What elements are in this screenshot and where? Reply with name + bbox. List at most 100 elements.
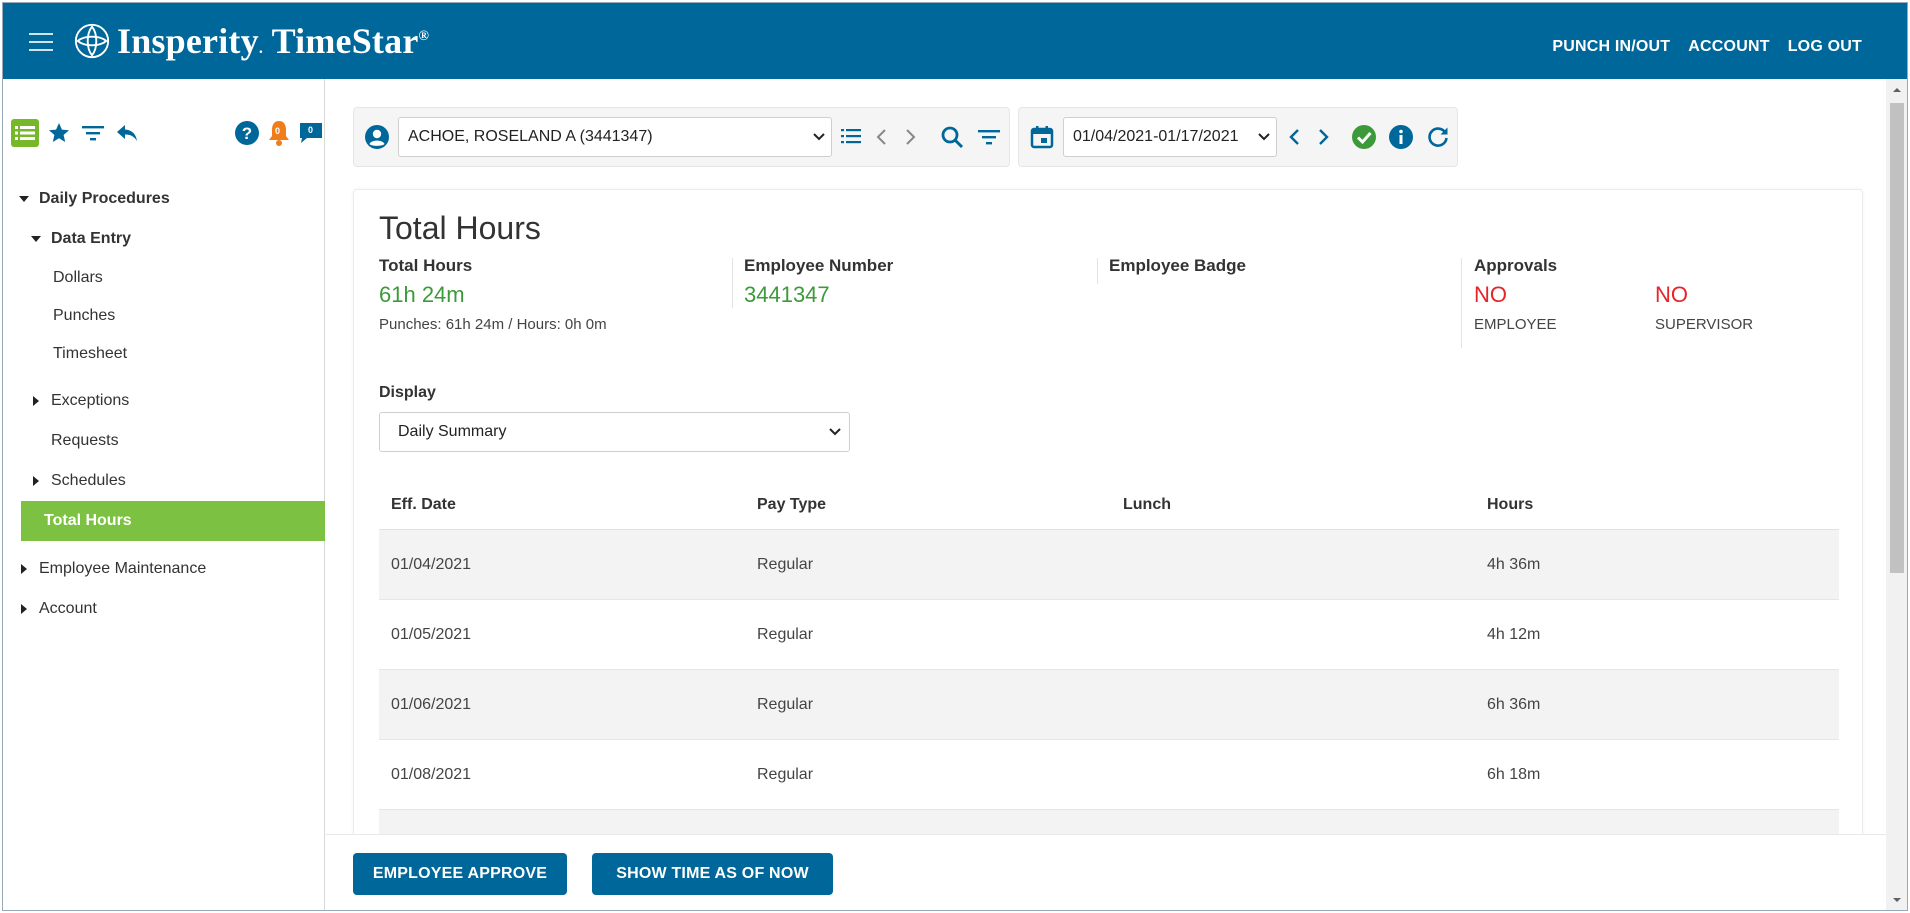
employee-approval-caption: EMPLOYEE [1474,316,1557,333]
sidebar-item-total-hours[interactable]: Total Hours [21,501,325,541]
cell-pay-type: Regular [757,625,814,643]
log-out-link[interactable]: LOG OUT [1788,38,1862,56]
total-hours-breakdown: Punches: 61h 24m / Hours: 0h 0m [379,316,607,333]
column-lunch[interactable]: Lunch [1111,496,1475,514]
filter-employees-icon[interactable] [976,124,1002,150]
approve-check-icon[interactable] [1351,124,1377,150]
caret-right-icon [33,396,39,406]
scroll-down-icon[interactable] [1892,895,1902,905]
chevron-down-icon [829,428,841,436]
scroll-up-icon[interactable] [1892,85,1902,95]
employee-list-icon[interactable] [838,124,864,150]
total-hours-value: 61h 24m [379,282,465,307]
notifications-bell-icon[interactable]: 0 [265,119,293,147]
table-header: Eff. Date Pay Type Lunch Hours [379,480,1839,530]
caret-right-icon [21,564,27,574]
help-icon[interactable]: ? [233,119,261,147]
sidebar-item-label: Account [39,600,97,617]
next-employee-icon[interactable] [897,124,923,150]
app-window: Insperity. TimeStar® PUNCH IN/OUT ACCOUN… [2,2,1908,911]
supervisor-approval-caption: SUPERVISOR [1655,316,1754,333]
menu-list-icon[interactable] [11,119,39,147]
cell-hours: 6h 18m [1487,765,1541,783]
column-eff-date[interactable]: Eff. Date [379,496,745,514]
search-icon[interactable] [939,124,965,150]
pay-period-select[interactable]: 01/04/2021-01/17/2021 [1063,117,1277,157]
info-icon[interactable] [1388,124,1414,150]
display-select[interactable]: Daily Summary [379,412,850,452]
employee-select[interactable]: ACHOE, ROSELAND A (3441347) [398,117,832,157]
sidebar-item-label: Daily Procedures [39,190,170,207]
hours-table: Eff. Date Pay Type Lunch Hours 01/04/202… [379,480,1839,880]
insperity-logo-icon [74,23,110,59]
employee-avatar-icon[interactable] [364,124,390,150]
sidebar-item-label: Employee Maintenance [39,560,207,577]
cell-pay-type: Regular [757,765,814,783]
sidebar-item-schedules[interactable]: Schedules [3,461,325,501]
messages-count: 0 [308,125,314,135]
logo-text: Insperity. TimeStar® [117,20,429,62]
vertical-scrollbar[interactable] [1886,79,1907,910]
cell-hours: 4h 12m [1487,625,1541,643]
messages-chat-icon[interactable]: 0 [297,119,325,147]
stat-divider [732,258,733,308]
supervisor-approval: NO SUPERVISOR [1655,282,1753,333]
app-logo[interactable]: Insperity. TimeStar® [73,19,429,63]
table-row[interactable]: 01/04/2021 Regular 4h 36m [379,530,1839,600]
sidebar-item-dollars[interactable]: Dollars [3,259,325,297]
notifications-count: 0 [275,126,281,136]
sidebar-item-data-entry[interactable]: Data Entry [3,219,325,259]
column-hours[interactable]: Hours [1475,496,1839,514]
punch-in-out-link[interactable]: PUNCH IN/OUT [1552,38,1670,56]
sidebar-item-timesheet[interactable]: Timesheet [3,335,325,373]
caret-down-icon [31,236,41,242]
hamburger-menu-icon[interactable] [29,33,53,51]
employee-badge-label: Employee Badge [1109,256,1246,275]
caret-right-icon [33,476,39,486]
account-link[interactable]: ACCOUNT [1688,38,1769,56]
column-pay-type[interactable]: Pay Type [745,496,1111,514]
cell-eff-date: 01/05/2021 [391,625,472,643]
sidebar: ? 0 0 Daily Procedures Data Entry Dollars P… [3,79,325,910]
sidebar-item-exceptions[interactable]: Exceptions [3,381,325,421]
scrollbar-thumb[interactable] [1890,103,1904,573]
sidebar-item-daily-procedures[interactable]: Daily Procedures [3,179,325,219]
approvals-label: Approvals [1474,256,1558,275]
employee-approve-button[interactable]: EMPLOYEE APPROVE [353,853,567,895]
sidebar-item-punches[interactable]: Punches [3,297,325,335]
brand-name: Insperity [117,21,259,61]
calendar-icon[interactable] [1029,124,1055,150]
favorites-star-icon[interactable] [45,119,73,147]
table-row[interactable]: 01/08/2021 Regular 6h 18m [379,740,1839,810]
sidebar-item-account[interactable]: Account [3,589,325,629]
page-title: Total Hours [379,210,541,246]
chevron-down-icon [1258,133,1270,141]
sidebar-item-employee-maintenance[interactable]: Employee Maintenance [3,549,325,589]
sidebar-item-label: Punches [53,307,116,324]
date-toolbar: 01/04/2021-01/17/2021 [1018,107,1458,167]
total-hours-label: Total Hours [379,256,473,275]
refresh-icon[interactable] [1425,124,1451,150]
previous-period-icon[interactable] [1282,124,1308,150]
svg-text:?: ? [242,124,252,143]
table-row[interactable]: 01/06/2021 Regular 6h 36m [379,670,1839,740]
next-period-icon[interactable] [1310,124,1336,150]
sidebar-item-label: Dollars [53,269,103,286]
sidebar-item-requests[interactable]: Requests [3,421,325,461]
total-hours-stat: Total Hours 61h 24m Punches: 61h 24m / H… [379,256,719,346]
show-time-as-of-now-button[interactable]: SHOW TIME AS OF NOW [592,853,833,895]
table-body: 01/04/2021 Regular 4h 36m 01/05/2021 Regular… [379,530,1839,880]
table-row[interactable]: 01/05/2021 Regular 4h 12m [379,600,1839,670]
sidebar-item-label: Requests [51,432,119,449]
registered-mark: ® [418,29,430,44]
filter-icon[interactable] [79,119,107,147]
top-header: Insperity. TimeStar® PUNCH IN/OUT ACCOUN… [3,3,1907,79]
back-arrow-icon[interactable] [113,119,141,147]
supervisor-approval-value: NO [1655,282,1688,307]
employee-number-value: 3441347 [744,282,830,307]
previous-employee-icon[interactable] [869,124,895,150]
cell-hours: 6h 36m [1487,695,1541,713]
stat-divider [1461,258,1462,348]
sidebar-item-label: Exceptions [51,392,130,409]
sidebar-right-toolbar: ? 0 0 [233,119,325,147]
